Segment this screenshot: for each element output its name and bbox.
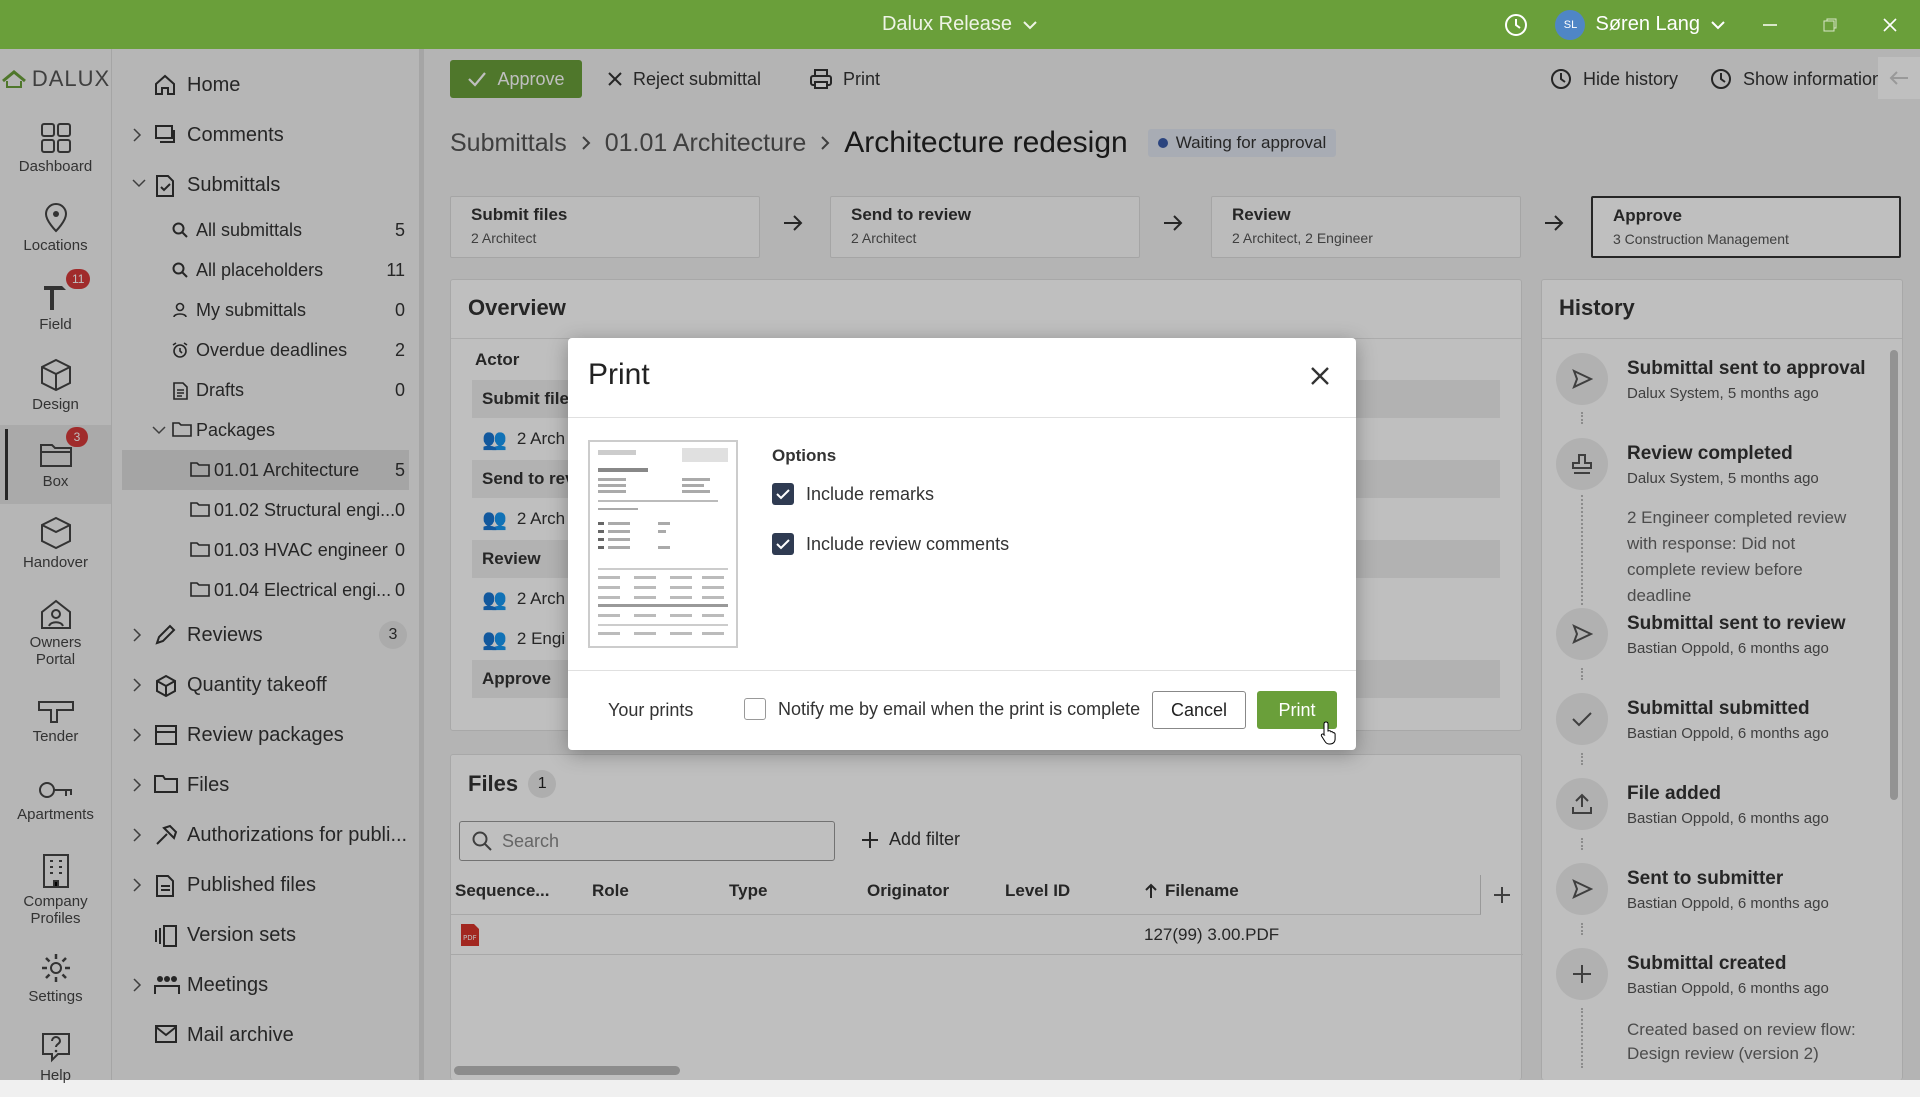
- include-review-comments-checkbox[interactable]: Include review comments: [772, 533, 1009, 555]
- include-remarks-checkbox[interactable]: Include remarks: [772, 483, 934, 505]
- close-window-button[interactable]: [1860, 0, 1920, 49]
- cancel-button[interactable]: Cancel: [1152, 691, 1246, 729]
- checkbox-checked-icon: [772, 533, 794, 555]
- project-name: Dalux Release: [881, 13, 1013, 35]
- hand-cursor-icon: [1320, 721, 1336, 745]
- user-name[interactable]: Søren Lang: [1595, 13, 1700, 36]
- checkbox-checked-icon: [772, 483, 794, 505]
- options-heading: Options: [772, 446, 837, 465]
- dialog-title: Print: [588, 358, 650, 391]
- minimize-button[interactable]: [1740, 0, 1800, 49]
- notify-email-checkbox[interactable]: Notify me by email when the print is com…: [744, 698, 1140, 720]
- chevron-down-icon: [1022, 20, 1038, 30]
- dialog-close-button[interactable]: [1310, 366, 1330, 386]
- history-clock-icon[interactable]: [1503, 12, 1529, 38]
- document-preview-icon: [598, 448, 728, 635]
- restore-button[interactable]: [1800, 0, 1860, 49]
- avatar[interactable]: SL: [1555, 9, 1586, 40]
- print-dialog: Print Options Include remarks Include re…: [568, 338, 1356, 750]
- your-prints-link[interactable]: Your prints: [608, 700, 693, 721]
- user-menu-chevron-icon[interactable]: [1710, 20, 1726, 30]
- close-icon: [1311, 367, 1329, 385]
- title-bar: Dalux Release SL Søren Lang: [0, 0, 1920, 49]
- checkbox-unchecked-icon: [744, 698, 766, 720]
- dialog-header: Print: [568, 338, 1356, 418]
- print-preview-thumbnail: [588, 440, 738, 648]
- dialog-footer: Your prints Notify me by email when the …: [568, 670, 1356, 750]
